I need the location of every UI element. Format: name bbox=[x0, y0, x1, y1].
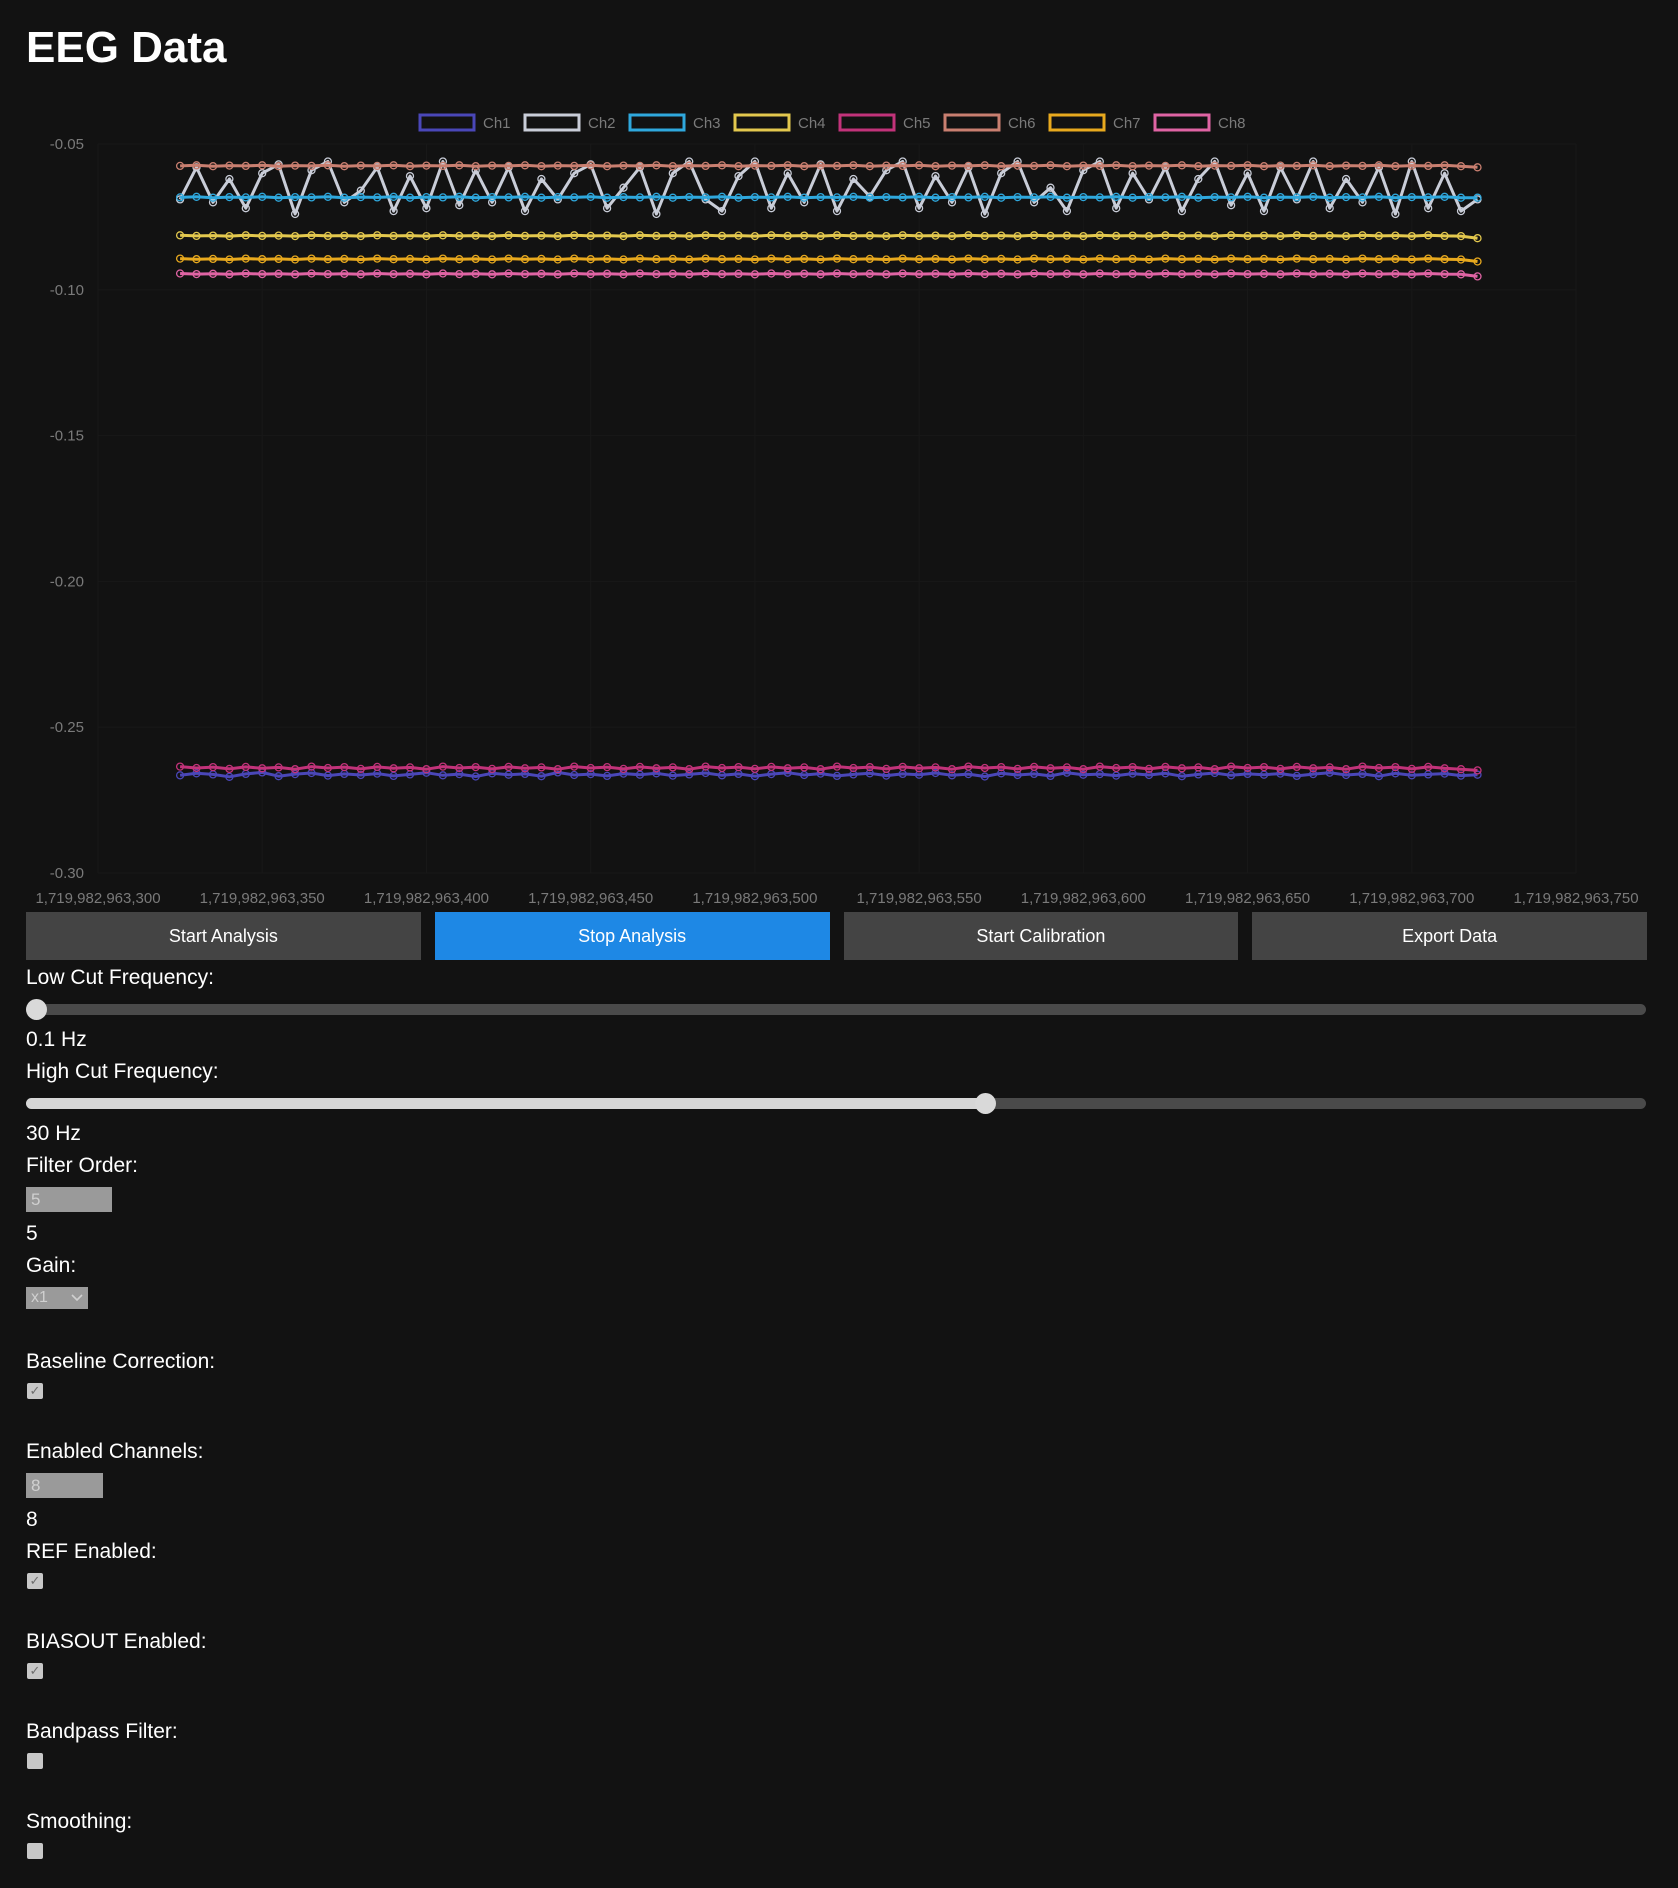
high-cut-slider-fill bbox=[26, 1098, 986, 1109]
start-analysis-button[interactable]: Start Analysis bbox=[26, 912, 421, 960]
low-cut-value: 0.1 Hz bbox=[26, 1028, 87, 1051]
filter-order-input[interactable]: 5 bbox=[26, 1187, 112, 1212]
low-cut-label: Low Cut Frequency: bbox=[26, 966, 214, 989]
x-tick-label: 1,719,982,963,750 bbox=[1513, 890, 1638, 907]
legend-label-ch2: Ch2 bbox=[588, 115, 616, 132]
x-tick-label: 1,719,982,963,650 bbox=[1185, 890, 1310, 907]
biasout-enabled-checkbox[interactable]: ✓ bbox=[27, 1663, 43, 1679]
legend-swatch-ch4 bbox=[733, 113, 791, 132]
x-tick-label: 1,719,982,963,450 bbox=[528, 890, 653, 907]
gain-select[interactable]: x1 bbox=[26, 1287, 88, 1309]
y-tick-label: -0.15 bbox=[50, 428, 84, 445]
legend-swatch-ch8 bbox=[1153, 113, 1211, 132]
legend-label-ch1: Ch1 bbox=[483, 115, 511, 132]
filter-order-value: 5 bbox=[26, 1222, 38, 1245]
start-calibration-button[interactable]: Start Calibration bbox=[843, 912, 1239, 960]
eeg-line-chart: -0.05 -0.10 -0.15 -0.20 -0.25 -0.30 1,719,982,… bbox=[35, 113, 1639, 907]
action-button-row: Start Analysis Stop Analysis Start Calib… bbox=[26, 912, 1647, 960]
bandpass-filter-label: Bandpass Filter: bbox=[26, 1720, 178, 1743]
y-tick-label: -0.30 bbox=[50, 865, 84, 882]
export-data-button[interactable]: Export Data bbox=[1252, 912, 1647, 960]
legend-swatch-ch6 bbox=[943, 113, 1001, 132]
gain-label: Gain: bbox=[26, 1254, 77, 1277]
legend-swatch-ch1 bbox=[418, 113, 476, 132]
chevron-down-icon bbox=[71, 1289, 83, 1307]
bandpass-filter-checkbox[interactable] bbox=[27, 1753, 43, 1769]
y-tick-label: -0.10 bbox=[50, 282, 84, 299]
baseline-correction-label: Baseline Correction: bbox=[26, 1350, 216, 1373]
page-title: EEG Data bbox=[26, 23, 227, 72]
low-cut-slider-thumb[interactable] bbox=[26, 999, 47, 1020]
series-line-ch3 bbox=[180, 195, 1478, 200]
filter-order-label: Filter Order: bbox=[26, 1154, 139, 1177]
enabled-channels-value: 8 bbox=[26, 1508, 38, 1531]
low-cut-slider[interactable] bbox=[26, 999, 1646, 1020]
legend-swatch-ch5 bbox=[838, 113, 896, 132]
legend-label-ch8: Ch8 bbox=[1218, 115, 1246, 132]
legend-label-ch6: Ch6 bbox=[1008, 115, 1036, 132]
legend-swatch-ch2 bbox=[523, 113, 581, 132]
legend-swatch-ch3 bbox=[628, 113, 686, 132]
y-tick-label: -0.25 bbox=[50, 719, 84, 736]
high-cut-slider-thumb[interactable] bbox=[975, 1093, 997, 1114]
y-tick-label: -0.05 bbox=[50, 136, 84, 153]
x-tick-label: 1,719,982,963,700 bbox=[1349, 890, 1474, 907]
y-tick-label: -0.20 bbox=[50, 573, 84, 590]
high-cut-slider[interactable] bbox=[26, 1093, 1646, 1114]
high-cut-value: 30 Hz bbox=[26, 1122, 81, 1145]
baseline-correction-checkbox[interactable]: ✓ bbox=[27, 1383, 43, 1399]
x-tick-label: 1,719,982,963,600 bbox=[1021, 890, 1146, 907]
enabled-channels-input[interactable]: 8 bbox=[26, 1473, 103, 1498]
ref-enabled-label: REF Enabled: bbox=[26, 1540, 157, 1563]
ref-enabled-checkbox[interactable]: ✓ bbox=[27, 1573, 43, 1589]
biasout-enabled-label: BIASOUT Enabled: bbox=[26, 1630, 207, 1653]
legend-label-ch4: Ch4 bbox=[798, 115, 826, 132]
x-tick-label: 1,719,982,963,400 bbox=[364, 890, 489, 907]
high-cut-label: High Cut Frequency: bbox=[26, 1060, 219, 1083]
x-tick-label: 1,719,982,963,300 bbox=[35, 890, 160, 907]
x-tick-label: 1,719,982,963,350 bbox=[200, 890, 325, 907]
x-tick-label: 1,719,982,963,550 bbox=[857, 890, 982, 907]
stop-analysis-button[interactable]: Stop Analysis bbox=[434, 912, 830, 960]
legend-label-ch5: Ch5 bbox=[903, 115, 931, 132]
smoothing-label: Smoothing: bbox=[26, 1810, 133, 1833]
gain-select-value: x1 bbox=[31, 1289, 48, 1306]
smoothing-checkbox[interactable] bbox=[27, 1843, 43, 1859]
x-tick-label: 1,719,982,963,500 bbox=[692, 890, 817, 907]
legend-label-ch7: Ch7 bbox=[1113, 115, 1141, 132]
enabled-channels-label: Enabled Channels: bbox=[26, 1440, 204, 1463]
legend-swatch-ch7 bbox=[1048, 113, 1106, 132]
legend-label-ch3: Ch3 bbox=[693, 115, 721, 132]
